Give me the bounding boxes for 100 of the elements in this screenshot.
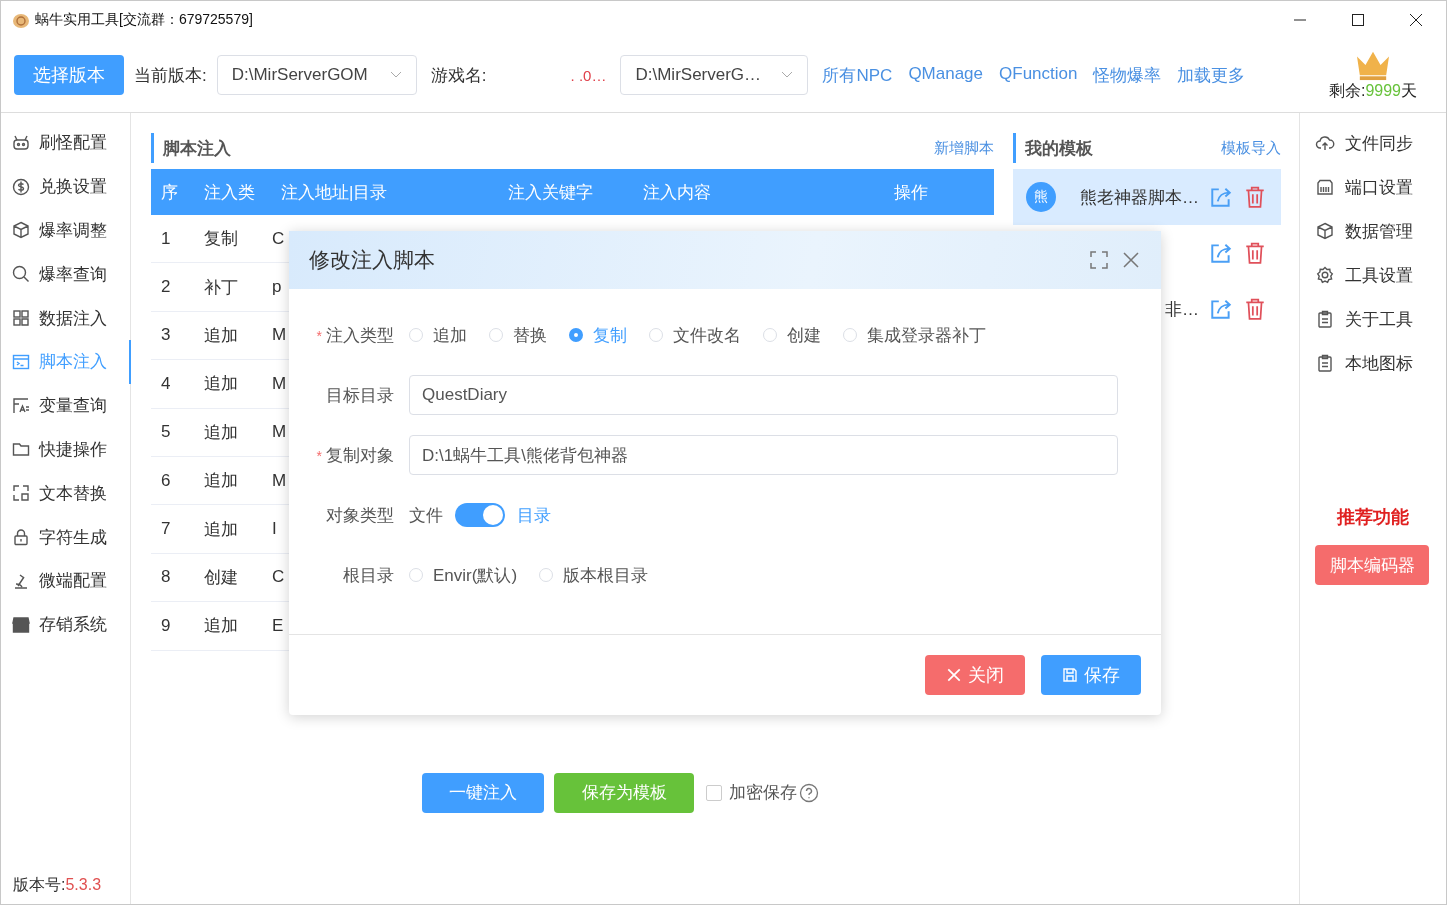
input-field[interactable]: QuestDiary — [409, 375, 1118, 415]
column-header: 注入关键字 — [507, 181, 594, 204]
sidebar-item[interactable]: 兑换设置 — [1, 164, 131, 209]
table-cell: 8 — [161, 567, 171, 587]
trash-icon[interactable] — [1243, 241, 1267, 265]
table-cell: I — [272, 519, 277, 539]
radio-option[interactable]: 版本根目录 — [539, 563, 649, 587]
cloud-icon — [1315, 133, 1335, 153]
sidebar-item[interactable]: 快捷操作 — [1, 427, 131, 472]
switch-label: 目录 — [517, 504, 551, 527]
share-icon[interactable] — [1209, 185, 1233, 209]
radio-option[interactable]: 替换 — [489, 323, 547, 347]
grid-icon — [11, 308, 31, 329]
template-item[interactable]: 非… — [1013, 281, 1281, 337]
cube-icon — [11, 220, 31, 241]
table-cell: M — [272, 325, 287, 345]
sidebar-item[interactable]: 存销系统 — [1, 602, 131, 647]
path-select[interactable]: D:\MirServerG… — [620, 55, 809, 95]
table-cell: C — [272, 567, 285, 587]
panel-title: 脚本注入 — [163, 137, 231, 160]
table-cell: 5 — [161, 422, 171, 442]
table-cell: 补丁 — [204, 277, 238, 297]
remaining-label: 剩余: — [1328, 81, 1366, 99]
trash-icon[interactable] — [1243, 185, 1267, 209]
table-cell: M — [272, 470, 287, 490]
current-version-label: 当前版本: — [134, 64, 207, 87]
remaining-days: 9999 — [1365, 81, 1401, 99]
save-icon — [1062, 667, 1078, 683]
table-cell: 追加 — [204, 325, 238, 345]
switch-label: 文件 — [409, 504, 443, 527]
share-icon[interactable] — [1209, 241, 1233, 265]
sidebar-item[interactable]: 关于工具 — [1300, 297, 1446, 341]
sidebar-item[interactable]: 工具设置 — [1300, 253, 1446, 297]
required-mark: * — [316, 327, 322, 344]
field-label: 注入类型 — [326, 325, 394, 345]
sidebar-item[interactable]: 本地图标 — [1300, 341, 1446, 385]
sidebar-item[interactable]: 微端配置 — [1, 558, 131, 603]
sidebar-item[interactable]: 文件同步 — [1300, 121, 1446, 165]
table-cell: 创建 — [204, 567, 238, 587]
table-cell: 追加 — [204, 374, 238, 394]
sidebar-item[interactable]: 字符生成 — [1, 515, 131, 559]
clipboard-icon — [1315, 353, 1335, 373]
var-icon — [11, 395, 31, 416]
trash-icon[interactable] — [1243, 297, 1267, 321]
table-cell: 追加 — [204, 422, 238, 442]
template-name: 非… — [1165, 299, 1199, 319]
radio-option[interactable]: 创建 — [763, 323, 821, 347]
maximize-icon[interactable] — [1352, 13, 1364, 26]
field-label: 根目录 — [342, 564, 395, 587]
sidebar-item[interactable]: 数据注入 — [1, 296, 131, 340]
version-select[interactable]: D:\MirServerGOM — [216, 55, 417, 95]
replace-icon — [11, 483, 31, 504]
window-title: 蜗牛实用工具[交流群：679725579] — [35, 10, 253, 29]
radio-option[interactable]: Envir(默认) — [409, 563, 518, 587]
table-cell: 1 — [161, 228, 171, 248]
help-icon[interactable] — [799, 782, 819, 803]
gear-icon — [1315, 265, 1335, 285]
dollar-icon — [11, 176, 31, 197]
template-item[interactable]: 熊 熊老神器脚本… — [1013, 169, 1281, 225]
sidebar-item[interactable]: 爆率查询 — [1, 252, 131, 297]
sidebar-item[interactable]: 端口设置 — [1300, 165, 1446, 209]
column-header: 操作 — [893, 181, 929, 204]
add-script-link[interactable]: 新增脚本 — [934, 138, 994, 158]
table-cell: 6 — [161, 470, 171, 490]
column-header: 注入地址|目录 — [280, 181, 389, 204]
close-icon — [946, 667, 962, 683]
radio-option[interactable]: 追加 — [409, 323, 467, 347]
share-icon[interactable] — [1209, 297, 1233, 321]
table-cell: 3 — [161, 325, 171, 345]
table-cell: E — [272, 615, 284, 635]
fullscreen-icon[interactable] — [1089, 250, 1109, 270]
version-number: 5.3.3 — [65, 876, 102, 893]
table-cell: 4 — [161, 373, 171, 393]
checkbox[interactable] — [706, 784, 722, 801]
radio-option[interactable]: 文件改名 — [649, 323, 741, 347]
close-icon[interactable] — [1410, 13, 1422, 26]
sidebar-item[interactable]: 变量查询 — [1, 383, 131, 428]
table-cell: 7 — [161, 519, 171, 539]
sidebar-item[interactable]: 数据管理 — [1300, 209, 1446, 253]
table-cell: p — [272, 277, 282, 297]
dialog-title: 修改注入脚本 — [309, 247, 435, 273]
lock-icon — [11, 527, 31, 548]
required-mark: * — [316, 447, 322, 464]
port-icon — [1315, 177, 1335, 197]
table-cell: M — [272, 373, 287, 393]
version-label: 版本号: — [13, 876, 66, 893]
field-label: 复制对象 — [326, 445, 394, 465]
radio-option[interactable]: 集成登录器补丁 — [843, 323, 986, 347]
avatar: 熊 — [1026, 182, 1056, 212]
sidebar-item[interactable]: 爆率调整 — [1, 208, 131, 253]
sidebar-item[interactable]: 刷怪配置 — [1, 121, 131, 165]
toggle-switch[interactable] — [455, 503, 505, 527]
column-header: 序 — [160, 181, 179, 204]
game-name: . .0… — [569, 66, 607, 84]
remaining-unit: 天 — [1401, 81, 1417, 99]
cube-icon — [1315, 221, 1335, 241]
table-cell: M — [272, 422, 287, 442]
input-field[interactable]: D:\1蜗牛工具\熊佬背包神器 — [409, 435, 1118, 475]
sidebar-item[interactable]: 文本替换 — [1, 471, 131, 516]
chevron-icon — [389, 71, 402, 79]
